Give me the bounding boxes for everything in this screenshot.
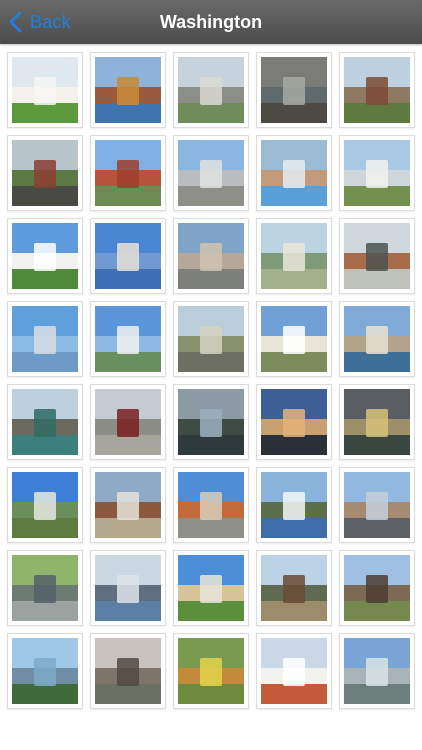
photo-thumbnail[interactable] [339, 384, 415, 460]
photo-thumbnail[interactable] [90, 384, 166, 460]
photo-image [178, 389, 244, 455]
photo-thumbnail[interactable] [7, 633, 83, 709]
photo-image [344, 140, 410, 206]
photo-thumbnail[interactable] [7, 52, 83, 128]
photo-thumbnail[interactable] [173, 218, 249, 294]
photo-image [12, 223, 78, 289]
photo-thumbnail[interactable] [339, 467, 415, 543]
photo-image [95, 140, 161, 206]
photo-thumbnail[interactable] [173, 301, 249, 377]
photo-image [261, 57, 327, 123]
photo-image [178, 638, 244, 704]
photo-image [178, 140, 244, 206]
photo-thumbnail[interactable] [7, 550, 83, 626]
photo-image [344, 389, 410, 455]
photo-thumbnail[interactable] [339, 550, 415, 626]
photo-image [12, 306, 78, 372]
photo-image [95, 555, 161, 621]
photo-image [95, 472, 161, 538]
photo-thumbnail[interactable] [256, 467, 332, 543]
photo-thumbnail[interactable] [256, 384, 332, 460]
photo-image [12, 57, 78, 123]
photo-image [178, 57, 244, 123]
photo-image [261, 555, 327, 621]
photo-thumbnail[interactable] [90, 550, 166, 626]
photo-thumbnail[interactable] [173, 633, 249, 709]
photo-image [12, 140, 78, 206]
photo-thumbnail[interactable] [7, 301, 83, 377]
chevron-left-icon [9, 11, 22, 33]
photo-image [344, 223, 410, 289]
photo-image [178, 306, 244, 372]
photo-image [12, 555, 78, 621]
photo-image [95, 306, 161, 372]
photo-image [178, 555, 244, 621]
photo-image [12, 638, 78, 704]
photo-image [178, 223, 244, 289]
photo-thumbnail[interactable] [256, 218, 332, 294]
photo-image [261, 389, 327, 455]
photo-thumbnail[interactable] [339, 301, 415, 377]
back-label: Back [30, 11, 71, 32]
photo-thumbnail[interactable] [7, 218, 83, 294]
photo-image [344, 555, 410, 621]
photo-thumbnail[interactable] [339, 633, 415, 709]
photo-thumbnail[interactable] [256, 52, 332, 128]
photo-image [12, 389, 78, 455]
photo-image [12, 472, 78, 538]
photo-thumbnail[interactable] [90, 52, 166, 128]
photo-image [261, 306, 327, 372]
photo-thumbnail[interactable] [256, 633, 332, 709]
photo-image [95, 638, 161, 704]
photo-thumbnail[interactable] [256, 135, 332, 211]
photo-image [261, 472, 327, 538]
photo-image [344, 57, 410, 123]
photo-thumbnail[interactable] [339, 218, 415, 294]
photo-image [344, 306, 410, 372]
photo-thumbnail[interactable] [173, 550, 249, 626]
photo-image [344, 638, 410, 704]
photo-thumbnail[interactable] [173, 384, 249, 460]
back-button[interactable]: Back [8, 8, 71, 36]
photo-thumbnail[interactable] [256, 550, 332, 626]
photo-image [261, 223, 327, 289]
photo-thumbnail[interactable] [90, 301, 166, 377]
photo-image [261, 140, 327, 206]
navigation-bar: Back Washington [0, 0, 422, 44]
photo-thumbnail[interactable] [90, 467, 166, 543]
photo-thumbnail[interactable] [339, 135, 415, 211]
photo-image [178, 472, 244, 538]
photo-image [95, 57, 161, 123]
photo-image [261, 638, 327, 704]
photo-thumbnail[interactable] [90, 135, 166, 211]
photo-grid [7, 52, 419, 709]
photo-thumbnail[interactable] [339, 52, 415, 128]
photo-thumbnail[interactable] [7, 135, 83, 211]
photo-image [344, 472, 410, 538]
photo-thumbnail[interactable] [173, 467, 249, 543]
photo-thumbnail[interactable] [256, 301, 332, 377]
photo-thumbnail[interactable] [7, 467, 83, 543]
photo-thumbnail[interactable] [173, 135, 249, 211]
photo-image [95, 389, 161, 455]
photo-image [95, 223, 161, 289]
photo-thumbnail[interactable] [90, 633, 166, 709]
photo-thumbnail[interactable] [90, 218, 166, 294]
photo-thumbnail[interactable] [173, 52, 249, 128]
photo-thumbnail[interactable] [7, 384, 83, 460]
